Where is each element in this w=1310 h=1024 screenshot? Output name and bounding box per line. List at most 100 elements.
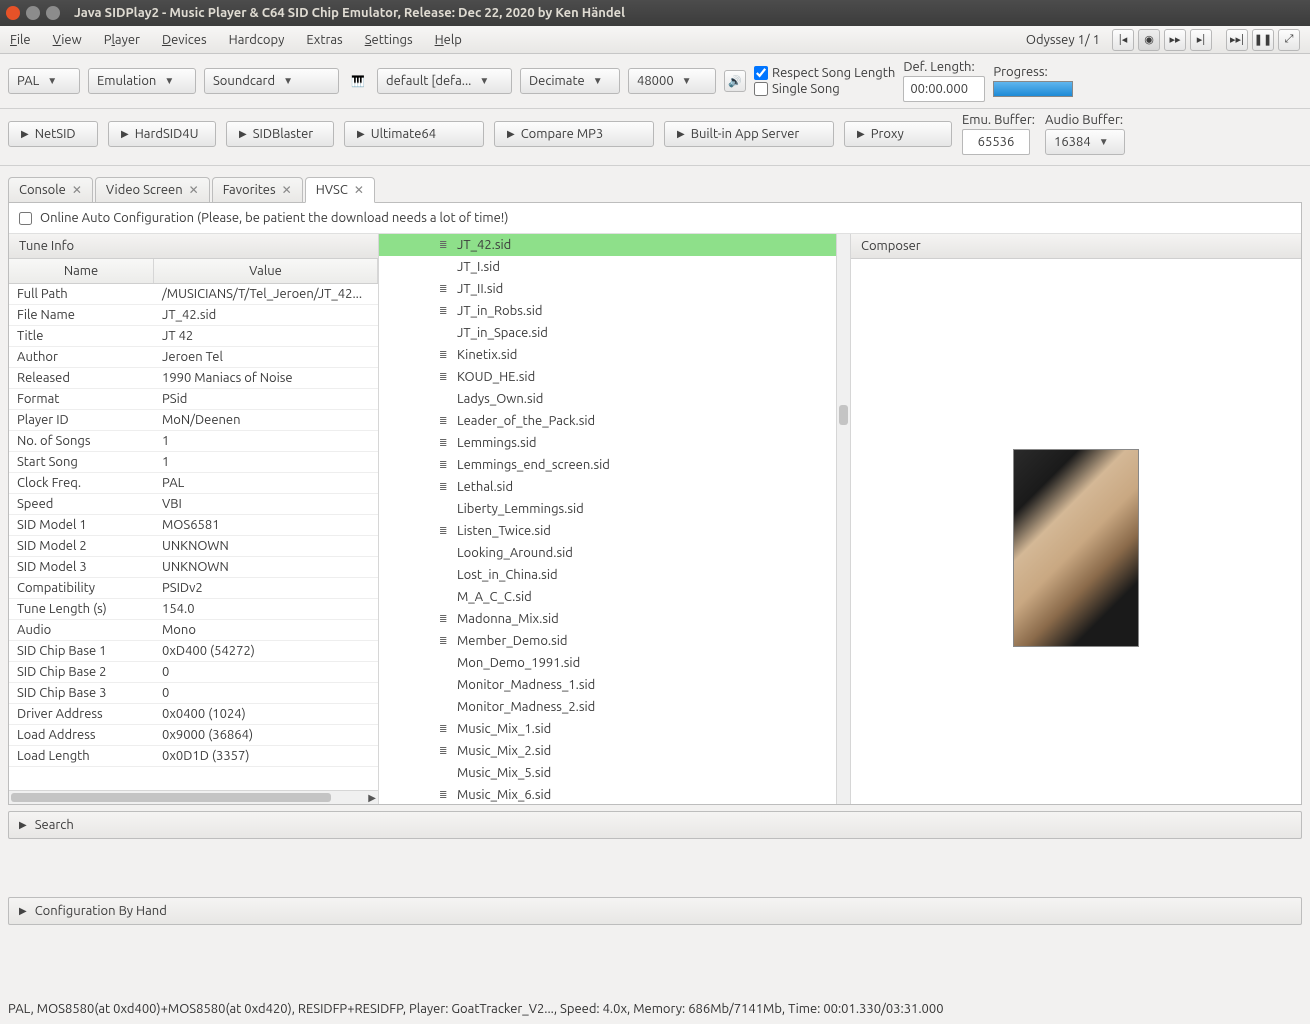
- file-row[interactable]: ≣Listen_Twice.sid: [379, 520, 850, 542]
- file-row[interactable]: JT_in_Space.sid: [379, 322, 850, 344]
- menu-file[interactable]: File: [10, 33, 31, 47]
- file-row[interactable]: Music_Mix_5.sid: [379, 762, 850, 784]
- proxy-button[interactable]: ▶Proxy: [844, 121, 952, 147]
- file-row[interactable]: M_A_C_C.sid: [379, 586, 850, 608]
- tune-info-row[interactable]: File NameJT_42.sid: [9, 305, 378, 326]
- next-track-icon[interactable]: ▸|: [1190, 29, 1212, 51]
- file-row[interactable]: Monitor_Madness_2.sid: [379, 696, 850, 718]
- respect-length-check[interactable]: Respect Song Length: [754, 66, 895, 80]
- tab-video-screen[interactable]: Video Screen✕: [95, 177, 210, 202]
- menu-player[interactable]: Player: [104, 33, 140, 47]
- single-song-check[interactable]: Single Song: [754, 82, 895, 96]
- tune-info-row[interactable]: Player IDMoN/Deenen: [9, 410, 378, 431]
- tune-info-row[interactable]: Tune Length (s)154.0: [9, 599, 378, 620]
- file-row[interactable]: ≣Member_Demo.sid: [379, 630, 850, 652]
- emu-buffer-field[interactable]: 65536: [962, 129, 1030, 155]
- col-value-header[interactable]: Value: [154, 259, 378, 283]
- stop-icon[interactable]: ◉: [1138, 29, 1160, 51]
- tune-info-row[interactable]: SpeedVBI: [9, 494, 378, 515]
- tab-console[interactable]: Console✕: [8, 177, 93, 202]
- file-row[interactable]: ≣KOUD_HE.sid: [379, 366, 850, 388]
- file-row[interactable]: ≣Lethal.sid: [379, 476, 850, 498]
- tune-info-row[interactable]: Start Song1: [9, 452, 378, 473]
- tune-info-row[interactable]: FormatPSid: [9, 389, 378, 410]
- tune-info-row[interactable]: AuthorJeroen Tel: [9, 347, 378, 368]
- menu-devices[interactable]: Devices: [162, 33, 207, 47]
- netsid-button[interactable]: ▶NetSID: [8, 121, 98, 147]
- close-icon[interactable]: ✕: [354, 183, 364, 197]
- collapse-icon[interactable]: ⤢: [1278, 29, 1300, 51]
- tune-info-row[interactable]: SID Chip Base 10xD400 (54272): [9, 641, 378, 662]
- file-row[interactable]: ≣JT_II.sid: [379, 278, 850, 300]
- file-row[interactable]: ≣Kinetix.sid: [379, 344, 850, 366]
- audio-buffer-combo[interactable]: 16384▼: [1045, 129, 1125, 155]
- file-row[interactable]: ≣JT_in_Robs.sid: [379, 300, 850, 322]
- ultimate64-button[interactable]: ▶Ultimate64: [344, 121, 484, 147]
- menu-extras[interactable]: Extras: [306, 33, 342, 47]
- pal-combo[interactable]: PAL▼: [8, 68, 80, 94]
- close-icon[interactable]: [6, 6, 20, 20]
- config-accordion[interactable]: ▶Configuration By Hand: [8, 897, 1302, 925]
- app-server-button[interactable]: ▶Built-in App Server: [664, 121, 834, 147]
- device-combo[interactable]: default [defa...▼: [377, 68, 512, 94]
- compare-mp3-button[interactable]: ▶Compare MP3: [494, 121, 654, 147]
- col-name-header[interactable]: Name: [9, 259, 154, 283]
- tune-info-row[interactable]: SID Model 2UNKNOWN: [9, 536, 378, 557]
- menu-help[interactable]: Help: [435, 33, 462, 47]
- file-row[interactable]: ≣Madonna_Mix.sid: [379, 608, 850, 630]
- file-row[interactable]: ≣JT_42.sid: [379, 234, 850, 256]
- file-row[interactable]: ≣Lemmings.sid: [379, 432, 850, 454]
- prev-track-icon[interactable]: |◂: [1112, 29, 1134, 51]
- close-icon[interactable]: ✕: [72, 183, 82, 197]
- file-row[interactable]: ≣Leader_of_the_Pack.sid: [379, 410, 850, 432]
- close-icon[interactable]: ✕: [282, 183, 292, 197]
- menu-view[interactable]: View: [53, 33, 82, 47]
- hardsid-button[interactable]: ▶HardSID4U: [108, 121, 216, 147]
- sidblaster-button[interactable]: ▶SIDBlaster: [226, 121, 334, 147]
- online-auto-check[interactable]: [19, 212, 32, 225]
- tune-info-row[interactable]: SID Chip Base 20: [9, 662, 378, 683]
- tune-info-row[interactable]: No. of Songs1: [9, 431, 378, 452]
- fast-forward-icon[interactable]: ▸▸: [1164, 29, 1186, 51]
- file-list-vscroll[interactable]: [836, 234, 850, 804]
- file-row[interactable]: ≣Music_Mix_1.sid: [379, 718, 850, 740]
- tune-info-row[interactable]: Driver Address0x0400 (1024): [9, 704, 378, 725]
- file-row[interactable]: Ladys_Own.sid: [379, 388, 850, 410]
- tune-info-row[interactable]: TitleJT 42: [9, 326, 378, 347]
- emulation-combo[interactable]: Emulation▼: [88, 68, 196, 94]
- file-row[interactable]: Mon_Demo_1991.sid: [379, 652, 850, 674]
- tune-info-row[interactable]: Clock Freq.PAL: [9, 473, 378, 494]
- skip-end-icon[interactable]: ▸▸|: [1226, 29, 1248, 51]
- close-icon[interactable]: ✕: [189, 183, 199, 197]
- tune-info-row[interactable]: Full Path/MUSICIANS/T/Tel_Jeroen/JT_42..…: [9, 284, 378, 305]
- minimize-icon[interactable]: [26, 6, 40, 20]
- file-row[interactable]: JT_I.sid: [379, 256, 850, 278]
- file-row[interactable]: Liberty_Lemmings.sid: [379, 498, 850, 520]
- menu-hardcopy[interactable]: Hardcopy: [229, 33, 285, 47]
- tune-info-row[interactable]: SID Model 1MOS6581: [9, 515, 378, 536]
- tune-info-row[interactable]: SID Model 3UNKNOWN: [9, 557, 378, 578]
- tab-favorites[interactable]: Favorites✕: [212, 177, 303, 202]
- midi-icon[interactable]: 🎹: [347, 70, 369, 92]
- file-row[interactable]: ≣Music_Mix_2.sid: [379, 740, 850, 762]
- file-row[interactable]: ≣Music_Mix_6.sid: [379, 784, 850, 804]
- tune-info-row[interactable]: CompatibilityPSIDv2: [9, 578, 378, 599]
- decimate-combo[interactable]: Decimate▼: [520, 68, 620, 94]
- tune-info-row[interactable]: Load Length0x0D1D (3357): [9, 746, 378, 767]
- file-row[interactable]: Lost_in_China.sid: [379, 564, 850, 586]
- tune-info-row[interactable]: AudioMono: [9, 620, 378, 641]
- file-row[interactable]: Looking_Around.sid: [379, 542, 850, 564]
- tab-hvsc[interactable]: HVSC✕: [305, 177, 375, 203]
- file-row[interactable]: Monitor_Madness_1.sid: [379, 674, 850, 696]
- soundcard-combo[interactable]: Soundcard▼: [204, 68, 339, 94]
- tune-info-row[interactable]: Load Address0x9000 (36864): [9, 725, 378, 746]
- maximize-icon[interactable]: [46, 6, 60, 20]
- rate-combo[interactable]: 48000▼: [628, 68, 716, 94]
- file-row[interactable]: ≣Lemmings_end_screen.sid: [379, 454, 850, 476]
- tune-info-hscroll[interactable]: ▶: [9, 790, 378, 804]
- menu-settings[interactable]: Settings: [365, 33, 413, 47]
- volume-icon[interactable]: 🔊: [724, 70, 746, 92]
- tune-info-row[interactable]: Released1990 Maniacs of Noise: [9, 368, 378, 389]
- search-accordion[interactable]: ▶Search: [8, 811, 1302, 839]
- def-length-field[interactable]: 00:00.000: [903, 76, 985, 102]
